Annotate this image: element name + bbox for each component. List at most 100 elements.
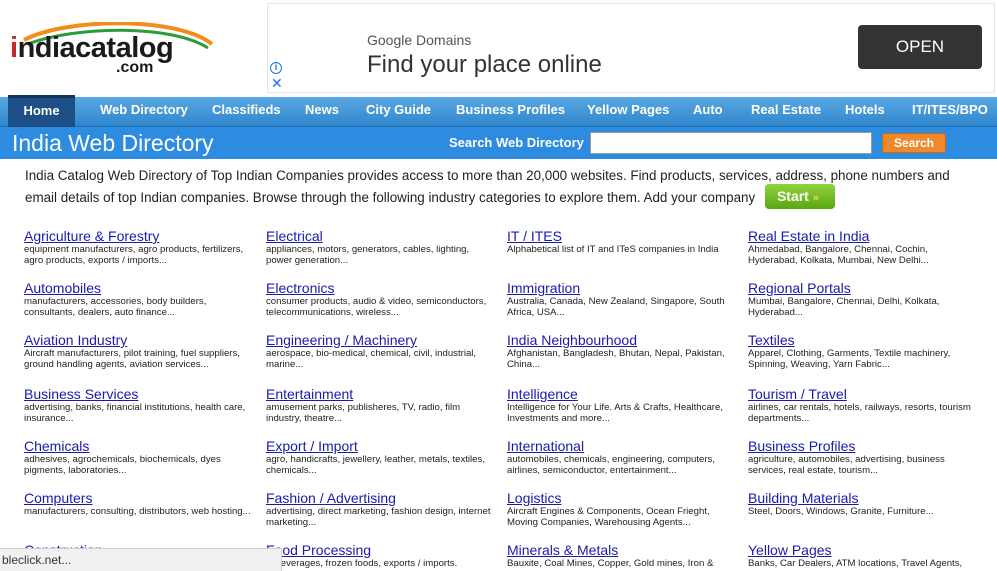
category-link[interactable]: Export / Import: [266, 438, 496, 454]
category-item: Fashion / Advertising advertising, direct…: [266, 490, 496, 528]
category-description: Aircraft Engines & Components, Ocean Fri…: [507, 506, 710, 528]
ad-headline[interactable]: Find your place online: [367, 51, 602, 79]
category-link[interactable]: Food Processing: [266, 542, 496, 558]
ad-info-icon[interactable]: i: [270, 62, 282, 74]
category-link[interactable]: Business Profiles: [748, 438, 978, 454]
category-item: Immigration Australia, Canada, New Zealan…: [507, 280, 737, 318]
nav-business-profiles[interactable]: Business Profiles: [456, 97, 565, 127]
category-link[interactable]: Engineering / Machinery: [266, 332, 496, 348]
category-item: Yellow Pages Banks, Car Dealers, ATM loca…: [748, 542, 978, 569]
category-description: advertising, direct marketing, fashion d…: [266, 506, 491, 528]
category-description: consumer products, audio & video, semico…: [266, 296, 487, 318]
category-description: amusement parks, publisheres, TV, radio,…: [266, 402, 461, 424]
logo-letter-i: i: [10, 32, 18, 64]
category-link[interactable]: Immigration: [507, 280, 737, 296]
category-item: Food Processing y, beverages, frozen food…: [266, 542, 496, 569]
ad-banner[interactable]: Google Domains Find your place online OP…: [267, 3, 995, 93]
category-item: Chemicals adhesives, agrochemicals, bioch…: [24, 438, 254, 476]
status-bar: bleclick.net...: [0, 548, 282, 571]
nav-it-ites-bpo[interactable]: IT/ITES/BPO: [912, 97, 988, 127]
nav-real-estate[interactable]: Real Estate: [751, 97, 821, 127]
category-link[interactable]: Computers: [24, 490, 254, 506]
intro-paragraph: India Catalog Web Directory of Top India…: [25, 166, 965, 211]
category-item: India Neighbourhood Afghanistan, Banglade…: [507, 332, 737, 370]
category-item: Building Materials Steel, Doors, Windows,…: [748, 490, 978, 517]
category-link[interactable]: Agriculture & Forestry: [24, 228, 254, 244]
category-description: manufacturers, accessories, body builder…: [24, 296, 207, 318]
category-description: automobiles, chemicals, engineering, com…: [507, 454, 715, 476]
logo-domain: .com: [116, 59, 154, 76]
nav-news[interactable]: News: [305, 97, 339, 127]
category-item: Logistics Aircraft Engines & Components, …: [507, 490, 737, 528]
category-description: Ahmedabad, Bangalore, Chennai, Cochin, H…: [748, 244, 929, 266]
category-link[interactable]: India Neighbourhood: [507, 332, 737, 348]
category-description: Apparel, Clothing, Garments, Textile mac…: [748, 348, 951, 370]
category-description: Alphabetical list of IT and ITeS compani…: [507, 244, 719, 255]
page-title: India Web Directory: [12, 130, 214, 156]
category-description: Aircraft manufacturers, pilot training, …: [24, 348, 240, 370]
category-description: Afghanistan, Bangladesh, Bhutan, Nepal, …: [507, 348, 725, 370]
category-link[interactable]: Automobiles: [24, 280, 254, 296]
category-description: Bauxite, Coal Mines, Copper, Gold mines,…: [507, 558, 714, 569]
nav-hotels[interactable]: Hotels: [845, 97, 885, 127]
category-description: equipment manufacturers, agro products, …: [24, 244, 244, 266]
nav-classifieds[interactable]: Classifieds: [212, 97, 281, 127]
category-link[interactable]: Real Estate in India: [748, 228, 978, 244]
nav-web-directory[interactable]: Web Directory: [100, 97, 188, 127]
category-item: Electronics consumer products, audio & vi…: [266, 280, 496, 318]
category-link[interactable]: Fashion / Advertising: [266, 490, 496, 506]
category-link[interactable]: Electrical: [266, 228, 496, 244]
category-link[interactable]: Building Materials: [748, 490, 978, 506]
category-link[interactable]: Textiles: [748, 332, 978, 348]
category-link[interactable]: Aviation Industry: [24, 332, 254, 348]
ad-open-button[interactable]: OPEN: [858, 25, 982, 69]
category-item: Business Services advertising, banks, fin…: [24, 386, 254, 424]
category-link[interactable]: Business Services: [24, 386, 254, 402]
category-link[interactable]: Minerals & Metals: [507, 542, 737, 558]
category-link[interactable]: Intelligence: [507, 386, 737, 402]
category-link[interactable]: International: [507, 438, 737, 454]
start-arrow-icon: »: [812, 192, 819, 204]
category-description: Australia, Canada, New Zealand, Singapor…: [507, 296, 725, 318]
main-nav: Home Web Directory Classifieds News City…: [0, 95, 997, 127]
category-link[interactable]: IT / ITES: [507, 228, 737, 244]
site-logo[interactable]: indiacatalog .com: [6, 22, 216, 80]
nav-home[interactable]: Home: [8, 95, 75, 127]
category-link[interactable]: Chemicals: [24, 438, 254, 454]
category-description: Steel, Doors, Windows, Granite, Furnitur…: [748, 506, 934, 517]
category-description: agriculture, automobiles, advertising, b…: [748, 454, 945, 476]
category-item: Aviation Industry Aircraft manufacturers,…: [24, 332, 254, 370]
nav-auto[interactable]: Auto: [693, 97, 723, 127]
search-input[interactable]: [590, 132, 872, 154]
category-description: Intelligence for Your Life. Arts & Craft…: [507, 402, 723, 424]
category-description: aerospace, bio-medical, chemical, civil,…: [266, 348, 477, 370]
ad-close-icon[interactable]: ✕: [271, 76, 283, 90]
category-item: Computers manufacturers, consulting, dist…: [24, 490, 254, 517]
category-item: Entertainment amusement parks, publishere…: [266, 386, 496, 424]
category-link[interactable]: Entertainment: [266, 386, 496, 402]
category-item: Textiles Apparel, Clothing, Garments, Tex…: [748, 332, 978, 370]
ad-sponsor: Google Domains: [367, 32, 472, 48]
search-button[interactable]: Search: [882, 133, 946, 153]
category-description: Banks, Car Dealers, ATM locations, Trave…: [748, 558, 963, 569]
category-item: Electrical appliances, motors, generators…: [266, 228, 496, 266]
category-item: Export / Import agro, handicrafts, jewell…: [266, 438, 496, 476]
category-link[interactable]: Electronics: [266, 280, 496, 296]
title-bar: India Web Directory Search Web Directory…: [0, 127, 997, 159]
category-link[interactable]: Tourism / Travel: [748, 386, 978, 402]
category-link[interactable]: Yellow Pages: [748, 542, 978, 558]
category-item: Intelligence Intelligence for Your Life. …: [507, 386, 737, 424]
search-label: Search Web Directory: [449, 135, 584, 150]
category-description: Mumbai, Bangalore, Chennai, Delhi, Kolka…: [748, 296, 940, 318]
category-link[interactable]: Regional Portals: [748, 280, 978, 296]
start-button[interactable]: Start»: [764, 184, 835, 209]
category-description: appliances, motors, generators, cables, …: [266, 244, 470, 266]
category-description: manufacturers, consulting, distributors,…: [24, 506, 251, 517]
nav-yellow-pages[interactable]: Yellow Pages: [587, 97, 669, 127]
category-item: Business Profiles agriculture, automobile…: [748, 438, 978, 476]
nav-city-guide[interactable]: City Guide: [366, 97, 431, 127]
category-link[interactable]: Logistics: [507, 490, 737, 506]
category-item: Minerals & Metals Bauxite, Coal Mines, Co…: [507, 542, 737, 569]
category-item: Real Estate in India Ahmedabad, Bangalore…: [748, 228, 978, 266]
category-description: adhesives, agrochemicals, biochemicals, …: [24, 454, 221, 476]
